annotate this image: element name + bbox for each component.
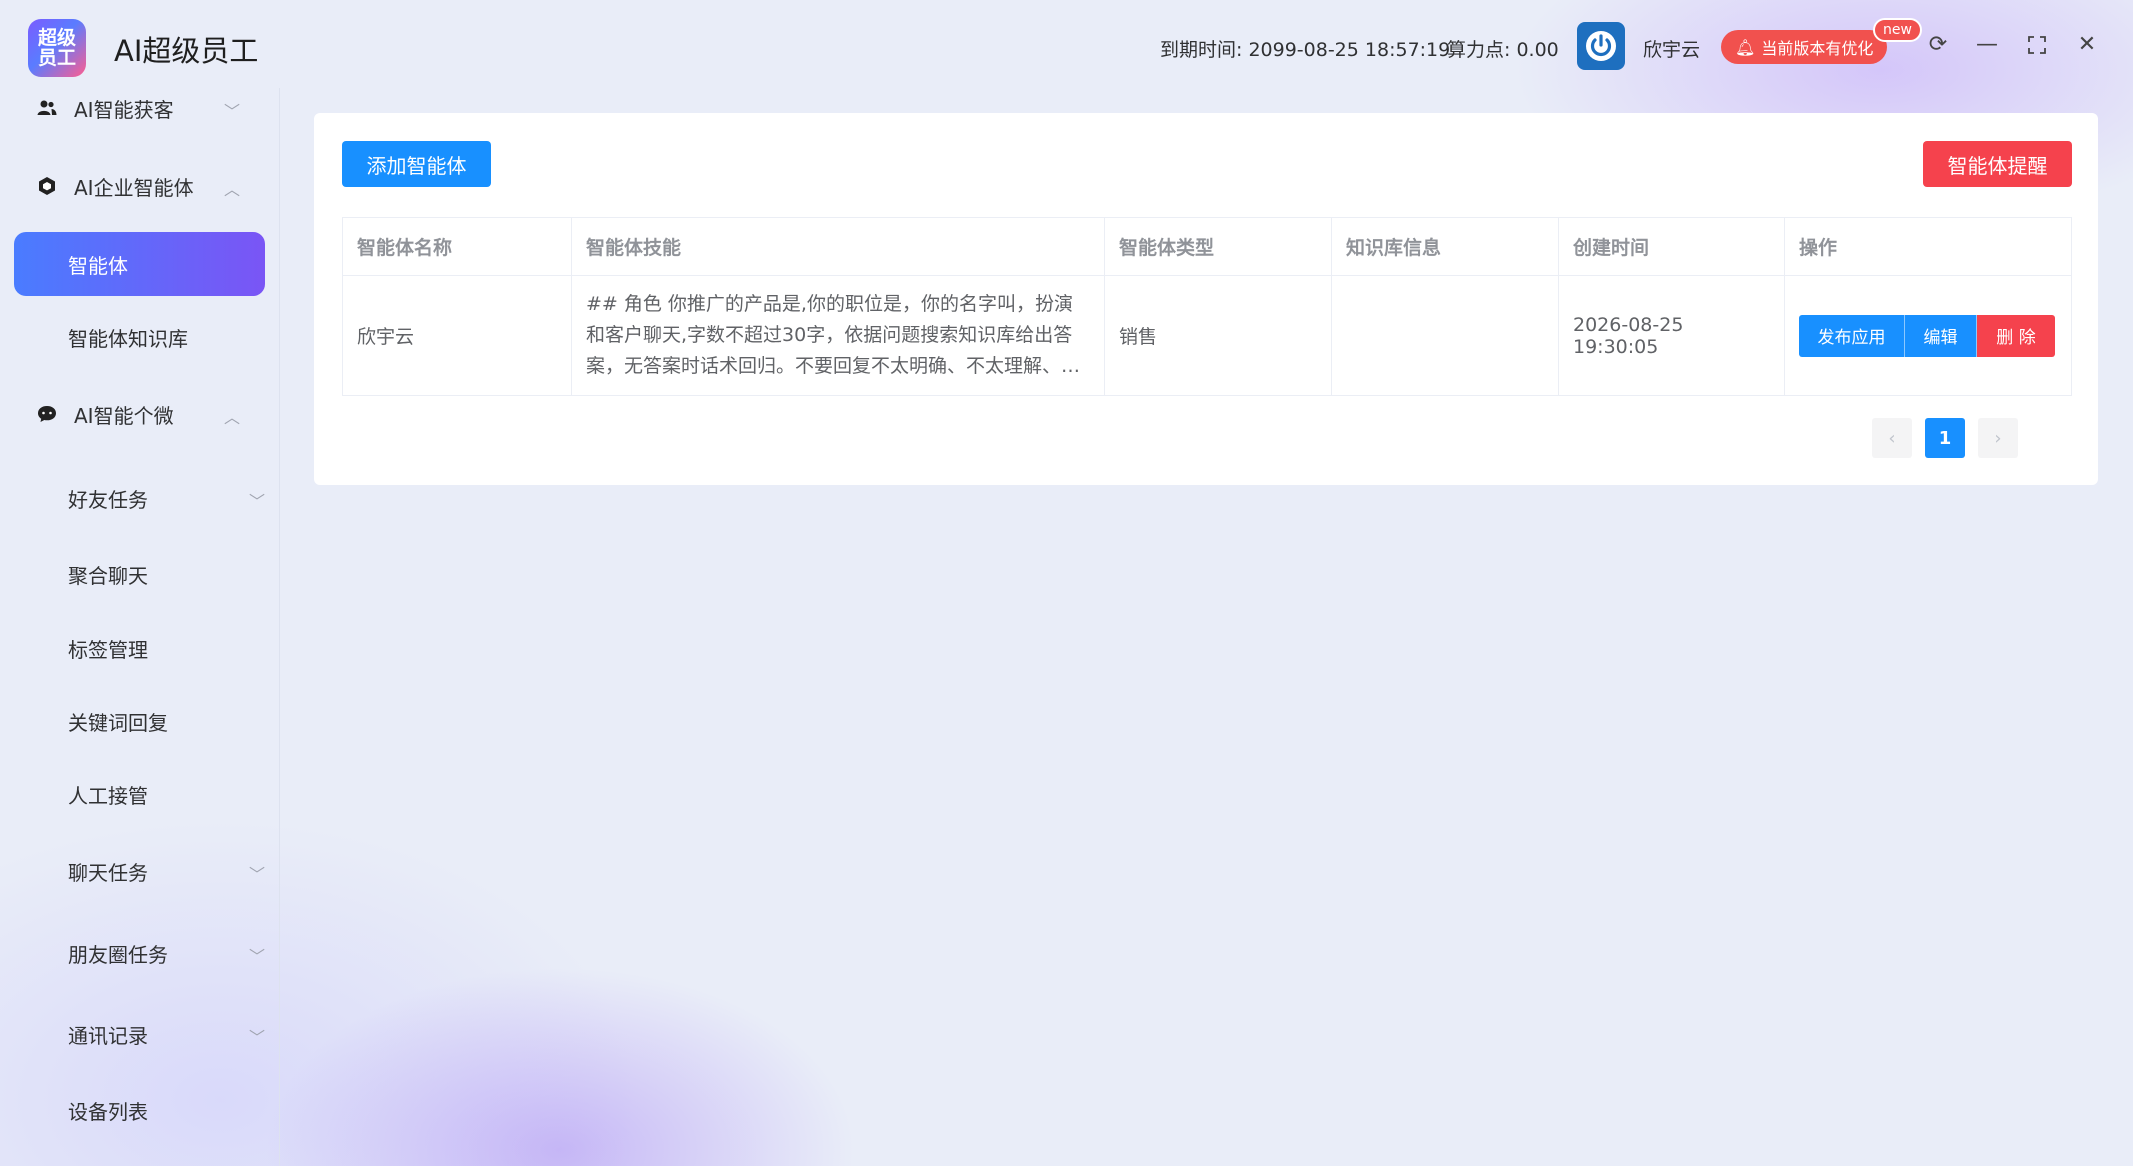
sidebar-item-label: 标签管理 [68,637,148,662]
edit-button[interactable]: 编辑 [1905,314,1977,357]
sidebar-item-label: 关键词回复 [68,710,168,735]
sidebar-item-label: 智能体 [68,253,128,278]
sidebar-item-agent[interactable]: 智能体 [14,232,265,296]
sidebar-item-label: 通讯记录 [68,1023,148,1048]
table-header-row: 智能体名称 智能体技能 智能体类型 知识库信息 创建时间 操作 [342,217,2072,276]
chevron-down-icon: ﹀ [248,1028,265,1047]
sidebar-item-friend-task[interactable]: 好友任务 ﹀ [14,466,265,530]
column-header-type: 智能体类型 [1104,217,1332,276]
sidebar-item-label: 智能体知识库 [68,326,188,351]
publish-app-button[interactable]: 发布应用 [1799,314,1905,357]
column-header-actions: 操作 [1784,217,2072,276]
sidebar-item-manual-takeover[interactable]: 人工接管 [14,762,265,826]
sidebar-item-chat-task[interactable]: 聊天任务 ﹀ [14,839,265,903]
compute-points: 算力点: 0.00 [1447,39,1559,61]
cell-created-time: 2026-08-25 19:30:05 [1558,275,1785,396]
sidebar-item-chat-aggregate[interactable]: 聚合聊天 [14,542,265,606]
sidebar-item-label: 好友任务 [68,487,148,512]
chevron-up-icon: ︿ [223,408,240,427]
chevron-right-icon[interactable]: › [1978,418,2018,458]
bell-icon: 🔔︎ [1735,37,1756,57]
column-header-kb-info: 知识库信息 [1331,217,1559,276]
sidebar-item-label: 聊天任务 [68,860,148,885]
pagination: ‹ 1 › [1872,418,2018,458]
close-icon[interactable]: ✕ [2072,30,2102,60]
cell-actions: 发布应用 编辑 删 除 [1784,275,2072,396]
minimize-icon[interactable]: — [1972,30,2002,60]
chevron-left-icon[interactable]: ‹ [1872,418,1912,458]
chevron-down-icon: ﹀ [248,947,265,966]
sidebar: AI智能获客 ﹀ AI企业智能体 ︿ 智能体 智能体知识库 AI智能个微 ︿ 好… [0,88,280,1166]
update-promo-label: 当前版本有优化 [1761,39,1874,58]
app-logo-text: 超级员工 [37,27,76,69]
column-header-name: 智能体名称 [342,217,572,276]
sidebar-item-label: 聚合聊天 [68,563,148,588]
sidebar-group-ai-acquire[interactable]: AI智能获客 ﹀ [36,88,246,128]
agent-remind-button[interactable]: 智能体提醒 [1923,141,2072,187]
cell-agent-skill: ## 角色 你推广的产品是,你的职位是，你的名字叫，扮演和客户聊天,字数不超过3… [571,275,1105,396]
sidebar-item-label: 朋友圈任务 [68,942,168,967]
username[interactable]: 欣宇云 [1643,35,1700,62]
update-promo-button[interactable]: 🔔︎ 当前版本有优化 [1721,30,1887,64]
chevron-up-icon: ︿ [223,180,240,199]
app-logo: 超级员工 [28,19,86,77]
sidebar-group-label: AI智能获客 [74,97,174,122]
refresh-icon[interactable]: ⟳ [1923,30,1953,60]
agent-list-card: 添加智能体 智能体提醒 智能体名称 智能体技能 智能体类型 知识库信息 创建时间… [314,113,2098,485]
sidebar-item-device-list[interactable]: 设备列表 [14,1078,265,1142]
expire-time: 到期时间: 2099-08-25 18:57:19 [1160,39,1451,61]
sidebar-group-label: AI企业智能体 [74,175,194,200]
sidebar-item-label: 人工接管 [68,783,148,808]
table-row: 欣宇云 ## 角色 你推广的产品是,你的职位是，你的名字叫，扮演和客户聊天,字数… [342,275,2072,396]
chevron-down-icon: ﹀ [248,865,265,884]
sidebar-item-tag-manage[interactable]: 标签管理 [14,616,265,680]
cell-agent-type: 销售 [1104,275,1332,396]
users-icon [36,97,58,119]
power-icon [1586,31,1616,61]
maximize-icon[interactable] [2022,30,2052,60]
column-header-skill: 智能体技能 [571,217,1105,276]
sidebar-group-label: AI智能个微 [74,403,174,428]
new-badge: new [1873,18,1922,42]
agent-skill-text: ## 角色 你推广的产品是,你的职位是，你的名字叫，扮演和客户聊天,字数不超过3… [586,293,1081,377]
sidebar-item-keyword-reply[interactable]: 关键词回复 [14,689,265,753]
sidebar-item-moments-task[interactable]: 朋友圈任务 ﹀ [14,921,265,985]
sidebar-group-ai-enterprise[interactable]: AI企业智能体 ︿ [36,166,246,206]
app-title: AI超级员工 [114,34,259,68]
title-bar: 超级员工 AI超级员工 到期时间: 2099-08-25 18:57:19 算力… [0,0,2133,92]
avatar[interactable] [1577,22,1625,70]
agent-table: 智能体名称 智能体技能 智能体类型 知识库信息 创建时间 操作 欣宇云 ## 角… [342,217,2072,396]
sidebar-item-call-log[interactable]: 通讯记录 ﹀ [14,1002,265,1066]
cube-icon [36,175,58,197]
page-number-current[interactable]: 1 [1925,418,1965,458]
add-agent-button[interactable]: 添加智能体 [342,141,491,187]
chat-bubble-icon [36,403,58,425]
column-header-created: 创建时间 [1558,217,1785,276]
cell-agent-name: 欣宇云 [342,275,572,396]
row-action-group: 发布应用 编辑 删 除 [1799,314,2057,357]
sidebar-group-ai-personal[interactable]: AI智能个微 ︿ [36,394,246,434]
delete-button[interactable]: 删 除 [1977,314,2055,357]
chevron-down-icon: ﹀ [248,492,265,511]
sidebar-item-agent-kb[interactable]: 智能体知识库 [14,305,265,369]
sidebar-item-label: 设备列表 [68,1099,148,1124]
chevron-down-icon: ﹀ [223,102,240,121]
cell-kb-info [1331,275,1559,396]
